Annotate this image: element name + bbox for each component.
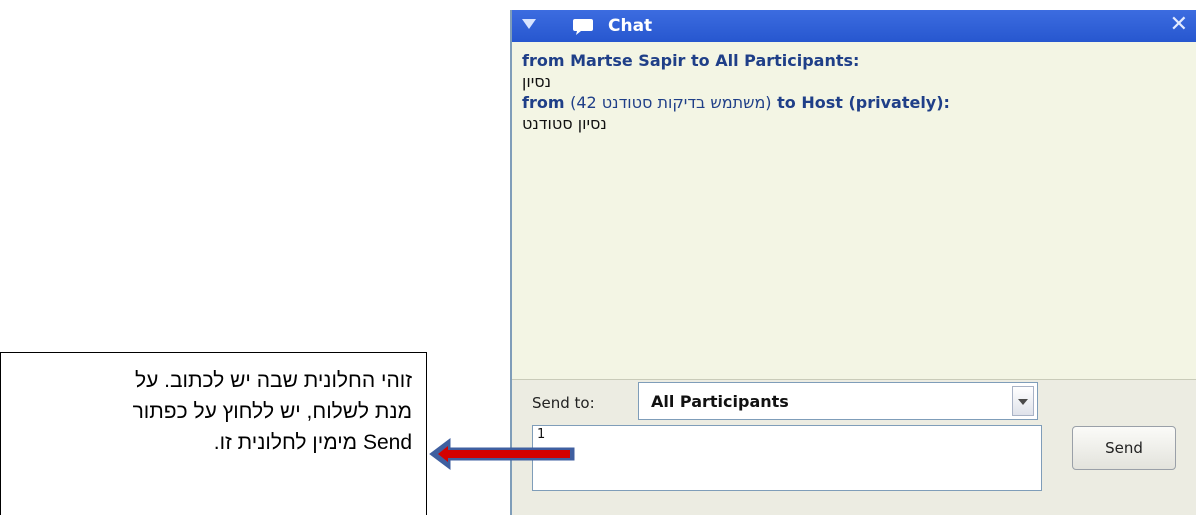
send-to-value: All Participants: [651, 392, 789, 411]
chevron-down-icon[interactable]: [1012, 386, 1034, 416]
triangle-down-icon[interactable]: [522, 19, 536, 29]
message-input[interactable]: 1: [532, 425, 1042, 491]
send-button[interactable]: Send: [1072, 426, 1176, 470]
annotation-line: זוהי החלונית שבה יש לכתוב. על: [134, 369, 412, 392]
chat-panel: Chat ✕ from Martse Sapir to All Particip…: [510, 10, 1196, 515]
message-header: from Martse Sapir to All Participants:: [522, 50, 1184, 71]
send-to-label: Send to:: [532, 394, 595, 412]
message-body: נסיון: [522, 72, 552, 91]
message-header-suffix: to Host (privately):: [771, 93, 950, 112]
compose-area: Send to: All Participants 1 Send: [512, 379, 1196, 515]
screenshot-stage: Chat ✕ from Martse Sapir to All Particip…: [0, 0, 1196, 515]
annotation-callout: זוהי החלונית שבה יש לכתוב. על מנת לשלוח,…: [0, 352, 427, 515]
annotation-line: Send מימין לחלונית זו.: [213, 431, 412, 454]
message-header-text: from Martse Sapir to All Participants:: [522, 51, 860, 70]
annotation-line: מנת לשלוח, יש ללחוץ על כפתור: [132, 400, 412, 423]
message-header-prefix: from: [522, 93, 571, 112]
message-header-sender: (משתמש בדיקות סטודנט 42): [570, 93, 772, 112]
send-to-dropdown[interactable]: All Participants: [638, 382, 1038, 420]
chat-title: Chat: [608, 16, 653, 36]
message-header: from (משתמש בדיקות סטודנט 42) to Host (p…: [522, 92, 1184, 113]
chat-title-bar: Chat ✕: [512, 10, 1196, 42]
arrow-left-icon: [429, 438, 575, 470]
chat-message-log: from Martse Sapir to All Participants: נ…: [512, 42, 1196, 379]
message-body: נסיון סטודנט: [522, 114, 607, 133]
close-icon[interactable]: ✕: [1170, 13, 1188, 37]
chat-bubble-icon: [573, 19, 593, 35]
